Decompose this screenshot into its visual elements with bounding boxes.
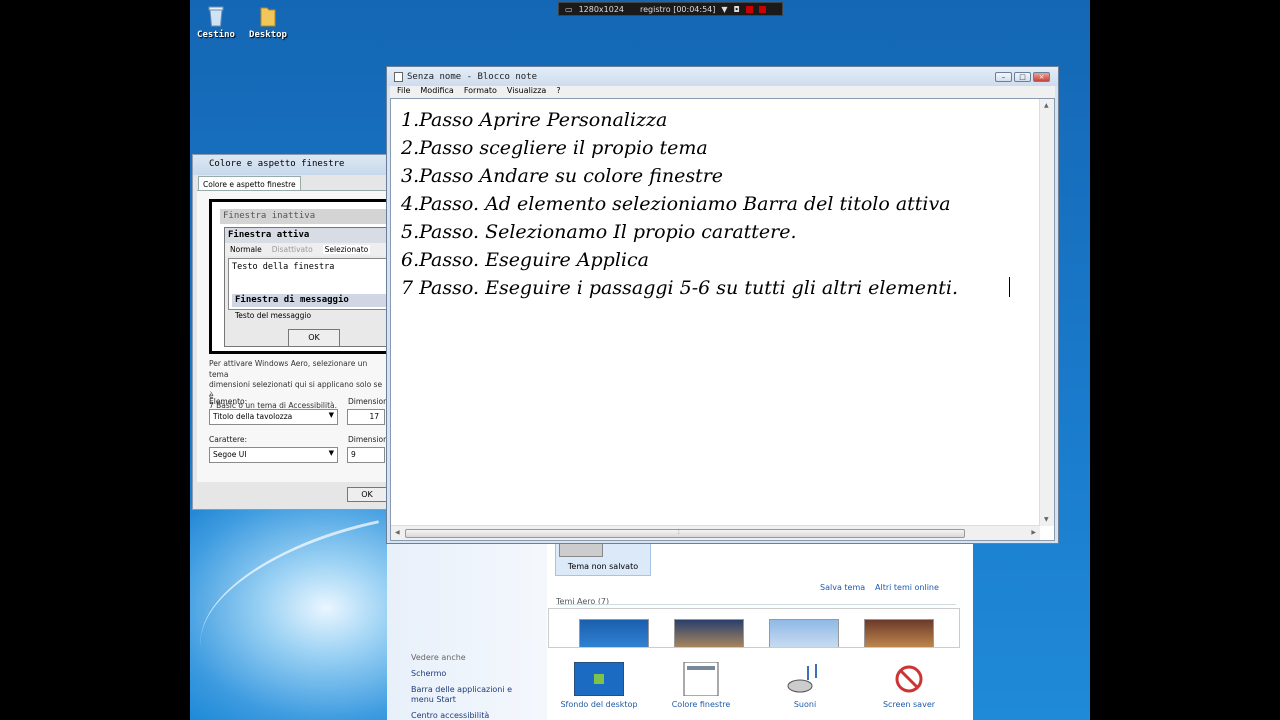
theme-thumbnail[interactable] bbox=[674, 619, 744, 647]
desktop-background-label: Sfondo del desktop bbox=[560, 700, 638, 709]
minimize-button[interactable]: – bbox=[995, 72, 1012, 82]
preview-message-text: Testo del messaggio bbox=[235, 311, 312, 320]
sounds-item[interactable]: Suoni bbox=[760, 662, 850, 709]
theme-thumbnail[interactable] bbox=[769, 619, 839, 647]
window-color-item[interactable]: Colore finestre bbox=[656, 662, 746, 709]
menu-format[interactable]: Formato bbox=[464, 86, 497, 98]
text-caret bbox=[1009, 277, 1010, 297]
maximize-button[interactable]: □ bbox=[1014, 72, 1031, 82]
font-select[interactable]: Segoe UI ▼ bbox=[209, 447, 338, 463]
preview-ok-button: OK bbox=[288, 329, 340, 347]
screen-saver-icon bbox=[895, 665, 923, 693]
element-select[interactable]: Titolo della tavolozza ▼ bbox=[209, 409, 338, 425]
recorder-status: registro [00:04:54] bbox=[640, 4, 716, 14]
desktop-icon-recycle-bin[interactable]: Cestino bbox=[192, 5, 240, 40]
scroll-left-icon[interactable]: ◀ bbox=[395, 529, 400, 536]
see-also-header: Vedere anche bbox=[411, 653, 466, 662]
menu-file[interactable]: File bbox=[397, 86, 410, 98]
text-line: 2.Passo scegliere il propio tema bbox=[401, 137, 708, 159]
vertical-scrollbar[interactable]: ▲ ▼ bbox=[1039, 99, 1054, 526]
chevron-down-icon: ▼ bbox=[328, 411, 334, 419]
notepad-window: Senza nome - Blocco note – □ × File Modi… bbox=[386, 66, 1059, 544]
recorder-resolution: 1280x1024 bbox=[578, 4, 625, 14]
ok-button[interactable]: OK bbox=[347, 487, 387, 502]
horizontal-scrollbar[interactable]: ◀ ⦙ ▶ bbox=[391, 525, 1040, 540]
recorder-toolbar: ▭ 1280x1024 registro [00:04:54] ▼ ◘ bbox=[558, 2, 783, 16]
menu-view[interactable]: Visualizza bbox=[507, 86, 546, 98]
save-theme-link[interactable]: Salva tema bbox=[820, 583, 865, 592]
notepad-titlebar[interactable]: Senza nome - Blocco note – □ × bbox=[387, 67, 1058, 86]
text-line: 1.Passo Aprire Personalizza bbox=[401, 109, 668, 131]
scroll-up-icon[interactable]: ▲ bbox=[1044, 102, 1049, 109]
desktop-background-item[interactable]: Sfondo del desktop bbox=[554, 662, 644, 709]
notepad-text-area[interactable]: 1.Passo Aprire Personalizza 2.Passo sceg… bbox=[390, 98, 1055, 541]
sidebar-link-display[interactable]: Schermo bbox=[411, 669, 446, 679]
screen-saver-label: Screen saver bbox=[882, 700, 936, 709]
theme-gallery[interactable] bbox=[548, 608, 960, 648]
window-color-label: Colore finestre bbox=[671, 700, 731, 709]
preview-menu-normal: Normale bbox=[230, 245, 262, 254]
notepad-icon bbox=[394, 72, 403, 82]
desktop-icon-label: Desktop bbox=[249, 30, 287, 40]
desktop-icon-label: Cestino bbox=[197, 30, 235, 40]
notepad-content: 1.Passo Aprire Personalizza 2.Passo sceg… bbox=[401, 106, 1041, 302]
screen-saver-item[interactable]: Screen saver bbox=[864, 662, 954, 709]
more-themes-link[interactable]: Altri temi online bbox=[875, 583, 939, 592]
sidebar-link-accessibility[interactable]: Centro accessibilità bbox=[411, 711, 489, 720]
text-line: 6.Passo. Eseguire Applica bbox=[401, 249, 649, 271]
stop-icon[interactable] bbox=[758, 5, 766, 13]
preview-menu: Normale Disattivato Selezionato bbox=[225, 243, 388, 256]
element-label: Elemento: bbox=[209, 397, 248, 406]
preview-menu-selected: Selezionato bbox=[322, 245, 371, 254]
font-select-value: Segoe UI bbox=[213, 450, 247, 459]
preview-active-title: Finestra attiva bbox=[225, 228, 388, 243]
notepad-menubar: File Modifica Formato Visualizza ? bbox=[390, 86, 1055, 98]
dropdown-arrow-icon[interactable]: ▼ bbox=[721, 5, 727, 14]
size-stepper[interactable]: 17 bbox=[347, 409, 385, 425]
scroll-down-icon[interactable]: ▼ bbox=[1044, 516, 1049, 523]
recycle-bin-icon bbox=[208, 6, 224, 27]
sidebar-link-taskbar[interactable]: Barra delle applicazioni e menu Start bbox=[411, 685, 536, 705]
menu-edit[interactable]: Modifica bbox=[420, 86, 453, 98]
theme-thumbnail[interactable] bbox=[864, 619, 934, 647]
text-line: 5.Passo. Selezionamo Il propio carattere… bbox=[401, 221, 797, 243]
folder-icon bbox=[260, 7, 276, 27]
camera-icon[interactable]: ◘ bbox=[734, 5, 740, 14]
size-label: Dimension bbox=[348, 397, 388, 406]
scroll-right-icon[interactable]: ▶ bbox=[1031, 529, 1036, 536]
text-line: 7 Passo. Eseguire i passaggi 5-6 su tutt… bbox=[401, 277, 958, 299]
font-label: Carattere: bbox=[209, 435, 248, 444]
menu-help[interactable]: ? bbox=[556, 86, 560, 98]
preview-menu-disabled: Disattivato bbox=[271, 245, 313, 254]
preview-message-title: Finestra di messaggio bbox=[232, 294, 392, 307]
desktop-background-icon bbox=[574, 662, 624, 696]
grip-icon: ⦙ bbox=[678, 528, 680, 536]
close-button[interactable]: × bbox=[1033, 72, 1050, 82]
text-line: 3.Passo Andare su colore finestre bbox=[401, 165, 724, 187]
sounds-label: Suoni bbox=[793, 700, 817, 709]
pause-icon[interactable] bbox=[745, 5, 753, 13]
element-select-value: Titolo della tavolozza bbox=[213, 412, 293, 421]
chevron-down-icon: ▼ bbox=[328, 449, 334, 457]
info-line: Per attivare Windows Aero, selezionare u… bbox=[209, 359, 368, 379]
window-title: Colore e aspetto finestre bbox=[193, 155, 391, 175]
font-size-label: Dimension bbox=[348, 435, 388, 444]
sounds-icon bbox=[787, 664, 817, 693]
theme-thumbnail[interactable] bbox=[579, 619, 649, 647]
text-line: 4.Passo. Ad elemento selezioniamo Barra … bbox=[401, 193, 951, 215]
notepad-title: Senza nome - Blocco note bbox=[407, 72, 538, 82]
window-color-icon bbox=[683, 662, 719, 696]
preview-inactive-title: Finestra inattiva bbox=[220, 209, 390, 224]
divider bbox=[556, 604, 956, 605]
monitor-icon: ▭ bbox=[565, 4, 573, 14]
scroll-thumb[interactable] bbox=[405, 529, 965, 538]
desktop-icon-folder[interactable]: Desktop bbox=[244, 5, 292, 40]
font-size-select[interactable]: 9 bbox=[347, 447, 385, 463]
